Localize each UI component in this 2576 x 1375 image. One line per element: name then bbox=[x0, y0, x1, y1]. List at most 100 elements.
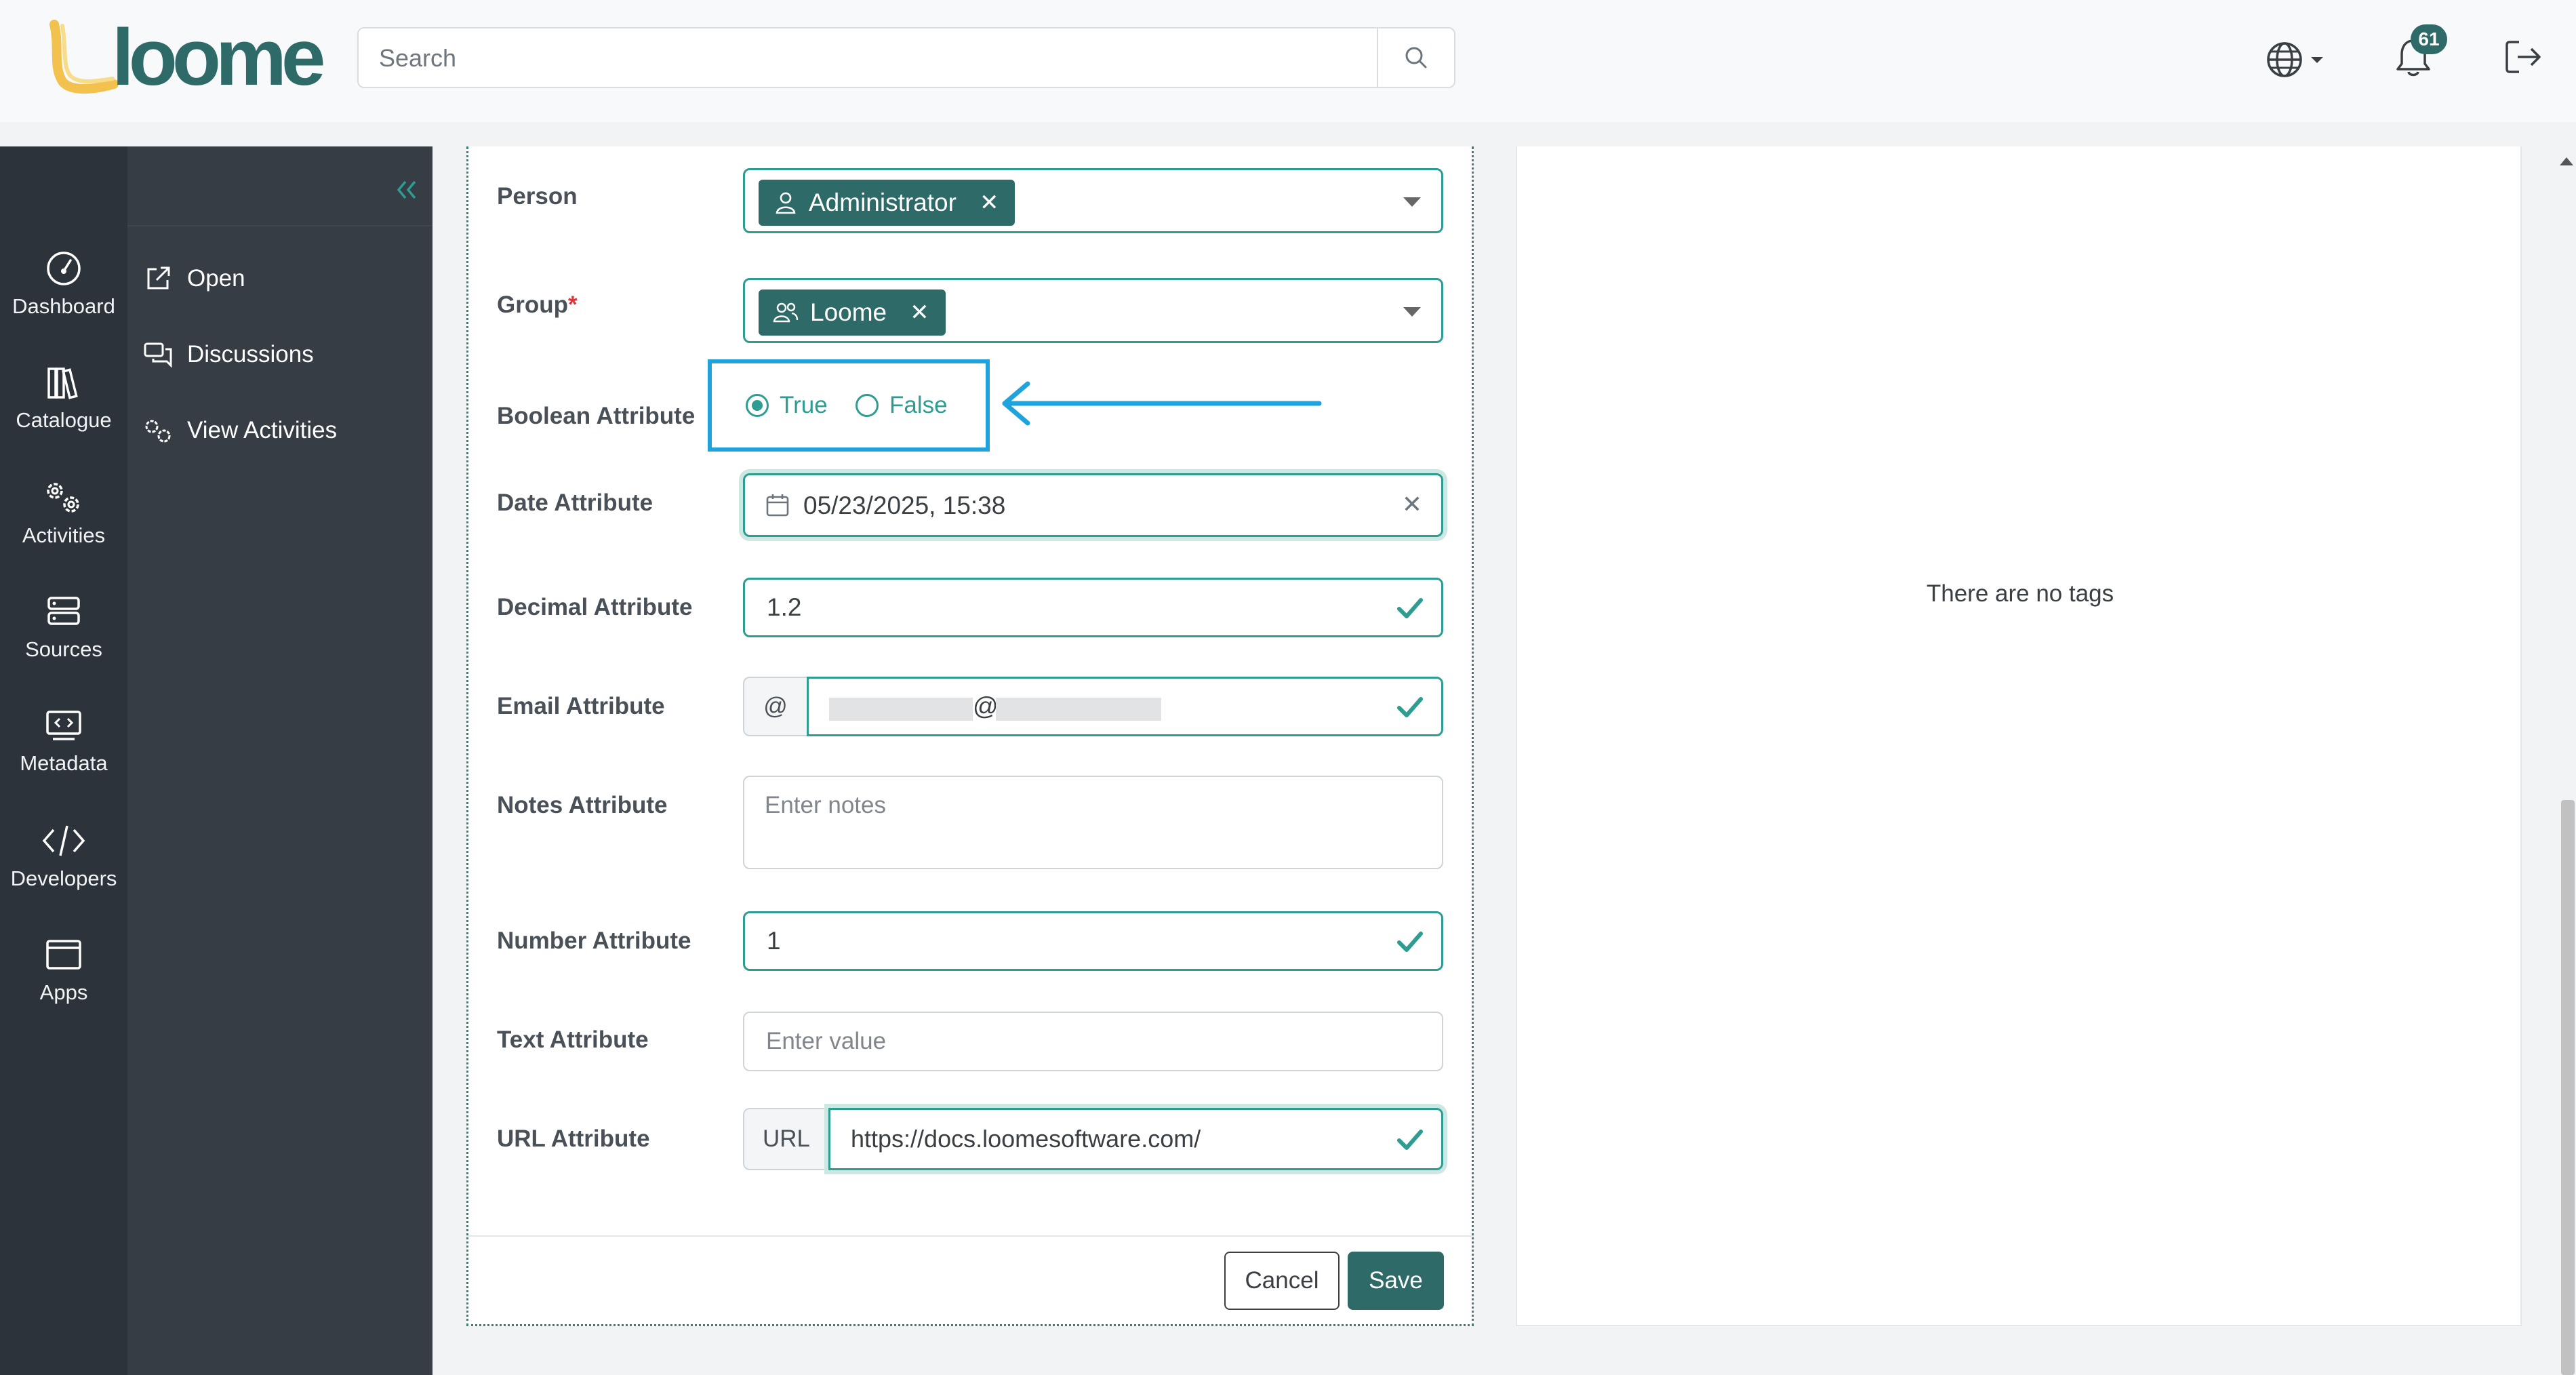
language-dropdown[interactable] bbox=[2264, 35, 2332, 84]
discussions-icon bbox=[141, 338, 175, 372]
sources-icon bbox=[47, 597, 80, 625]
email-input-group: @ @ bbox=[743, 677, 1443, 736]
sidebar-item-discussions[interactable]: Discussions bbox=[141, 331, 314, 378]
text-input[interactable]: Enter value bbox=[743, 1012, 1443, 1071]
apps-icon bbox=[46, 940, 81, 970]
sidebar-divider bbox=[127, 225, 432, 226]
group-label: Group* bbox=[497, 292, 578, 319]
nav-item-dashboard[interactable]: Dashboard bbox=[0, 248, 127, 350]
text-label: Text Attribute bbox=[497, 1027, 649, 1053]
metadata-icon bbox=[46, 711, 81, 740]
nav-item-catalogue[interactable]: Catalogue bbox=[0, 362, 127, 464]
sidebar-item-open[interactable]: Open bbox=[141, 255, 245, 302]
remove-person-chip-button[interactable]: ✕ bbox=[980, 189, 999, 216]
boolean-label: Boolean Attribute bbox=[497, 403, 696, 429]
logout-icon bbox=[2505, 41, 2541, 73]
scroll-up-arrow-icon[interactable] bbox=[2560, 157, 2573, 165]
text-placeholder: Enter value bbox=[766, 1028, 887, 1054]
users-icon bbox=[773, 302, 799, 323]
search-button[interactable] bbox=[1377, 28, 1454, 87]
dashboard-icon bbox=[47, 252, 81, 285]
clear-date-button[interactable]: ✕ bbox=[1402, 490, 1422, 519]
top-bar: loome 61 bbox=[0, 0, 2576, 122]
form-footer-divider bbox=[466, 1235, 1474, 1237]
search-box bbox=[357, 27, 1455, 88]
save-button[interactable]: Save bbox=[1348, 1252, 1444, 1310]
redacted-text bbox=[829, 698, 973, 721]
double-chevron-left-icon bbox=[397, 180, 416, 199]
checkmark-icon bbox=[1397, 932, 1423, 952]
logout-button[interactable] bbox=[2501, 35, 2549, 84]
url-input[interactable]: https://docs.loomesoftware.com/ bbox=[828, 1108, 1443, 1170]
decimal-input[interactable]: 1.2 bbox=[743, 578, 1443, 637]
sidebar-item-label: Open bbox=[187, 265, 245, 292]
logo-mark-icon bbox=[49, 20, 119, 94]
nav-label-developers: Developers bbox=[10, 866, 117, 890]
radio-true-label: True bbox=[780, 392, 828, 418]
nav-item-sources[interactable]: Sources bbox=[0, 591, 127, 693]
checkmark-icon bbox=[1397, 598, 1423, 618]
group-chip: Loome ✕ bbox=[759, 290, 946, 336]
activities-icon bbox=[141, 414, 175, 447]
nav-item-metadata[interactable]: Metadata bbox=[0, 705, 127, 807]
nav-label-sources: Sources bbox=[25, 637, 102, 661]
loome-logo[interactable]: loome bbox=[47, 18, 332, 98]
scrollbar-thumb[interactable] bbox=[2561, 800, 2575, 1375]
date-input[interactable]: 05/23/2025, 15:38 ✕ bbox=[743, 473, 1443, 537]
url-value: https://docs.loomesoftware.com/ bbox=[851, 1125, 1201, 1153]
email-addon: @ bbox=[743, 677, 808, 736]
search-input[interactable] bbox=[378, 28, 1384, 88]
email-input[interactable]: @ bbox=[807, 677, 1443, 736]
group-select[interactable]: Loome ✕ bbox=[743, 278, 1443, 343]
cancel-button[interactable]: Cancel bbox=[1224, 1252, 1340, 1310]
nav-label-activities: Activities bbox=[22, 523, 106, 547]
person-chip: Administrator ✕ bbox=[759, 180, 1015, 226]
email-label: Email Attribute bbox=[497, 693, 665, 719]
number-label: Number Attribute bbox=[497, 928, 691, 954]
nav-item-developers[interactable]: Developers bbox=[0, 820, 127, 922]
email-at-symbol: @ bbox=[973, 692, 999, 720]
person-label: Person bbox=[497, 183, 578, 210]
person-select[interactable]: Administrator ✕ bbox=[743, 168, 1443, 233]
chevron-down-icon bbox=[2311, 57, 2323, 63]
url-input-group: URL https://docs.loomesoftware.com/ bbox=[743, 1108, 1443, 1170]
nav-item-apps[interactable]: Apps bbox=[0, 934, 127, 1036]
main-nav-rail: Dashboard Catalogue Activities Sources M… bbox=[0, 146, 127, 1375]
activities-icon bbox=[47, 483, 79, 513]
url-label: URL Attribute bbox=[497, 1125, 650, 1152]
nav-label-dashboard: Dashboard bbox=[12, 294, 115, 318]
nav-item-activities[interactable]: Activities bbox=[0, 476, 127, 578]
collapse-sidebar-button[interactable] bbox=[385, 170, 426, 210]
radio-true[interactable]: True bbox=[746, 363, 828, 447]
calendar-icon bbox=[766, 494, 789, 517]
notes-textarea[interactable] bbox=[743, 776, 1443, 869]
decimal-label: Decimal Attribute bbox=[497, 594, 693, 620]
chevron-down-icon[interactable] bbox=[1403, 307, 1421, 317]
chevron-down-icon[interactable] bbox=[1403, 197, 1421, 207]
catalogue-icon bbox=[47, 367, 78, 399]
boolean-highlight-box: True False bbox=[708, 359, 990, 452]
group-chip-label: Loome bbox=[810, 298, 887, 326]
user-icon bbox=[776, 192, 796, 214]
nav-label-apps: Apps bbox=[39, 980, 88, 1004]
logo-wordmark: loome bbox=[112, 13, 325, 102]
number-input[interactable]: 1 bbox=[743, 911, 1443, 971]
checkmark-icon bbox=[1397, 697, 1423, 717]
developers-icon bbox=[42, 825, 85, 856]
no-tags-message: There are no tags bbox=[1926, 580, 2114, 607]
external-link-icon bbox=[141, 262, 175, 296]
group-label-text: Group bbox=[497, 292, 568, 318]
radio-checked-icon bbox=[746, 394, 769, 417]
radio-false-label: False bbox=[889, 392, 948, 418]
notification-badge: 61 bbox=[2411, 24, 2447, 54]
url-addon: URL bbox=[743, 1108, 830, 1170]
sidebar-item-view-activities[interactable]: View Activities bbox=[141, 407, 337, 454]
required-marker: * bbox=[567, 292, 578, 318]
checkmark-icon bbox=[1397, 1130, 1423, 1150]
sidebar-item-label: Discussions bbox=[187, 341, 314, 367]
radio-false[interactable]: False bbox=[856, 363, 948, 447]
redacted-text bbox=[996, 698, 1161, 721]
remove-group-chip-button[interactable]: ✕ bbox=[910, 299, 929, 326]
tags-panel: There are no tags bbox=[1516, 146, 2522, 1326]
globe-icon bbox=[2267, 42, 2302, 77]
